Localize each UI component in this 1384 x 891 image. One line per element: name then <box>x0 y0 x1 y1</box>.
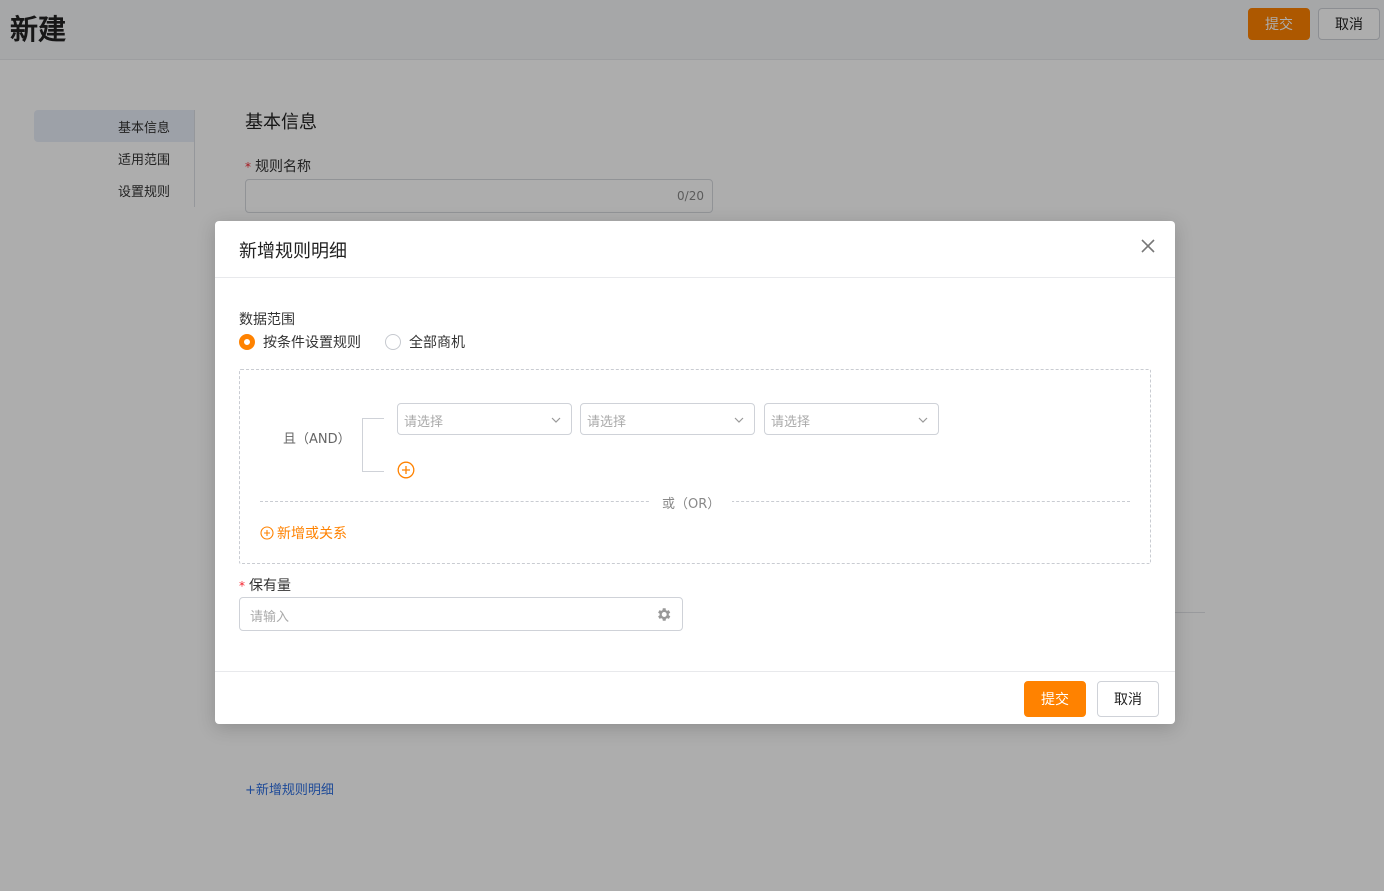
rule-detail-modal: 新增规则明细 数据范围 按条件设置规则 全部商机 且（AND） 请选择 请选择 … <box>215 221 1175 724</box>
and-label: 且（AND） <box>283 432 351 447</box>
modal-header: 新增规则明细 <box>215 221 1175 278</box>
chevron-down-icon <box>734 417 744 423</box>
chevron-down-icon <box>918 417 928 423</box>
radio-checked-icon[interactable] <box>239 334 255 350</box>
holding-input[interactable]: 请输入 <box>239 597 683 631</box>
page: 新建 提交 取消 基本信息 适用范围 设置规则 基本信息 * 规则名称 0/20 … <box>0 0 1384 891</box>
condition-select-value[interactable]: 请选择 <box>764 403 939 435</box>
close-icon[interactable] <box>1139 237 1157 255</box>
condition-box: 且（AND） 请选择 请选择 请选择 或（OR） 新增或关系 <box>239 369 1151 564</box>
condition-select-operator[interactable]: 请选择 <box>580 403 755 435</box>
add-condition-icon[interactable] <box>397 461 415 479</box>
or-label: 或（OR） <box>650 493 733 512</box>
modal-title: 新增规则明细 <box>239 241 347 262</box>
modal-cancel-button[interactable]: 取消 <box>1097 681 1159 717</box>
modal-submit-button[interactable]: 提交 <box>1024 681 1086 717</box>
data-scope-label: 数据范围 <box>239 312 295 328</box>
plus-circle-icon <box>260 526 274 540</box>
condition-select-field[interactable]: 请选择 <box>397 403 572 435</box>
add-or-relation-button[interactable]: 新增或关系 <box>260 523 347 543</box>
radio-all-opportunities[interactable]: 全部商机 <box>385 332 465 352</box>
radio-by-condition[interactable]: 按条件设置规则 <box>239 332 361 352</box>
radio-unchecked-icon[interactable] <box>385 334 401 350</box>
modal-footer: 提交 取消 <box>215 671 1175 724</box>
and-bracket <box>362 418 384 472</box>
holding-label: * 保有量 <box>239 578 291 594</box>
data-scope-radio-group: 按条件设置规则 全部商机 <box>239 332 489 352</box>
required-mark: * <box>239 579 245 593</box>
chevron-down-icon <box>551 417 561 423</box>
gear-icon[interactable] <box>655 606 672 623</box>
